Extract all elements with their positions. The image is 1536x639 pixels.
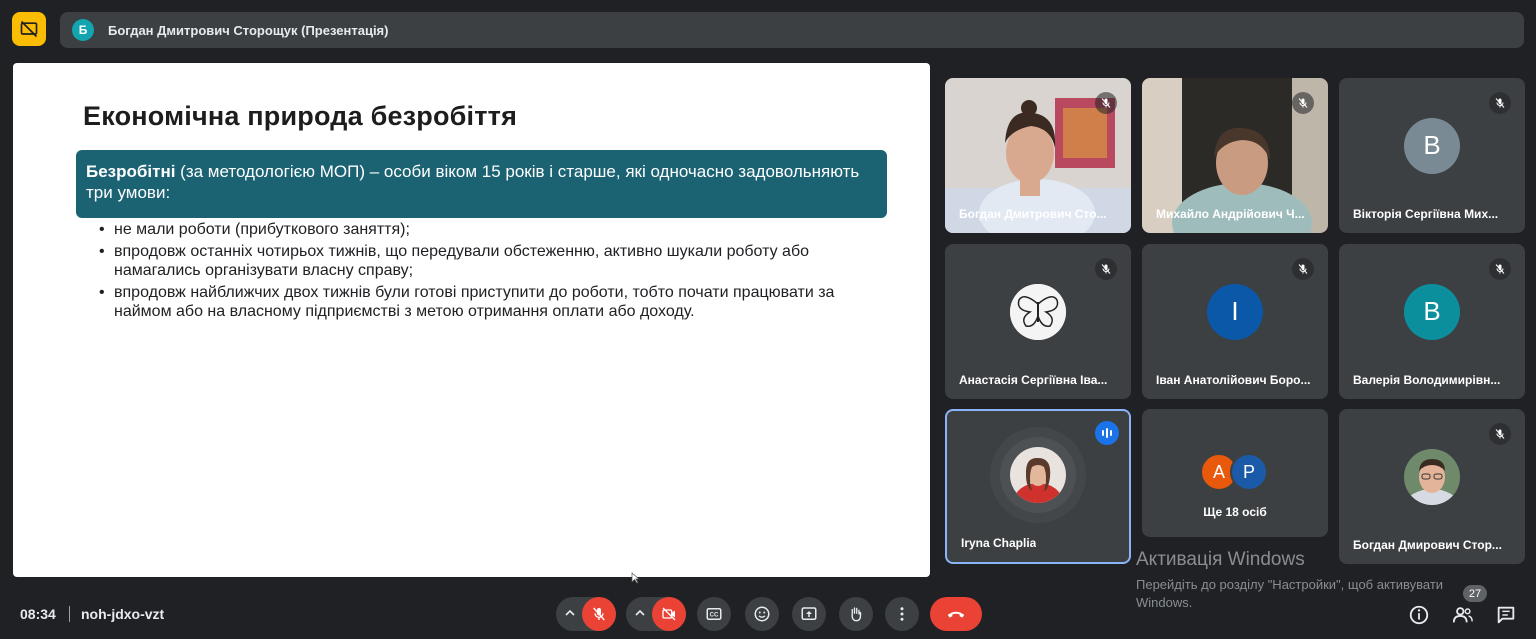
presenter-banner[interactable]: Б Богдан Дмитрович Сторощук (Презентація…: [60, 12, 1524, 48]
presenter-avatar: Б: [72, 19, 94, 41]
presentation-slide: Економічна природа безробіття Безробітні…: [13, 63, 930, 577]
participant-tile[interactable]: Михайло Андрійович Ч...: [1142, 78, 1328, 233]
leave-call-button[interactable]: [930, 597, 982, 631]
meeting-code: noh-jdxo-vzt: [81, 606, 165, 622]
people-button[interactable]: [1451, 603, 1475, 627]
mic-off-icon: [1292, 258, 1314, 280]
camera-control[interactable]: [626, 597, 686, 631]
participant-tile[interactable]: В Валерія Володимирівн...: [1339, 244, 1525, 399]
present-screen-icon: [801, 607, 817, 620]
list-item: впродовж останніх чотирьох тижнів, що пе…: [99, 242, 889, 280]
definition-term: Безробітні: [86, 162, 176, 181]
avatar: [1010, 446, 1066, 503]
mic-off-icon: [1292, 92, 1314, 114]
avatar: В: [1404, 283, 1460, 340]
hand-icon: [851, 607, 862, 622]
speaking-indicator-icon: [1095, 421, 1119, 445]
raise-hand-button[interactable]: [839, 597, 873, 631]
condition-list: не мали роботи (прибуткового заняття); в…: [99, 220, 889, 324]
people-icon: [1452, 607, 1473, 623]
camera-off-icon: [662, 607, 676, 621]
divider: [69, 606, 70, 622]
chevron-up-icon[interactable]: [564, 607, 576, 619]
mic-off-icon: [1489, 258, 1511, 280]
more-vert-icon: [900, 607, 904, 621]
avatar: І: [1207, 283, 1263, 340]
microphone-control[interactable]: [556, 597, 616, 631]
presenting-indicator-button[interactable]: [12, 12, 46, 46]
windows-activation-title: Активація Windows: [1136, 549, 1305, 570]
mic-off-icon: [1095, 258, 1117, 280]
definition-text: (за методологією МОП) – особи віком 15 р…: [86, 162, 860, 202]
participant-name: Богдан Дмитрович Сто...: [959, 207, 1107, 221]
reactions-button[interactable]: [745, 597, 779, 631]
mic-off-icon: [1489, 92, 1511, 114]
avatar: В: [1404, 117, 1460, 174]
participant-tile-active[interactable]: Iryna Chaplia: [945, 409, 1131, 564]
chat-icon: [1497, 606, 1515, 624]
participant-name: Богдан Дмирович Стор...: [1353, 538, 1502, 552]
more-participants-label: Ще 18 осіб: [1203, 505, 1267, 519]
participant-count-badge: 27: [1463, 585, 1487, 602]
slide-title: Економічна природа безробіття: [83, 101, 518, 131]
participant-name: Iryna Chaplia: [961, 536, 1037, 550]
participant-name: Анастасія Сергіївна Іва...: [959, 373, 1108, 387]
avatar: [1404, 448, 1460, 505]
chevron-up-icon[interactable]: [634, 607, 646, 619]
participant-name: Іван Анатолійович Боро...: [1156, 373, 1311, 387]
emoji-icon: [754, 606, 770, 622]
more-options-button[interactable]: [885, 597, 919, 631]
participant-name: Валерія Володимирівн...: [1353, 373, 1501, 387]
call-end-icon: [947, 611, 965, 618]
participant-tile[interactable]: Богдан Дмитрович Сто...: [945, 78, 1131, 233]
list-item: не мали роботи (прибуткового заняття);: [99, 220, 889, 239]
definition-box: Безробітні (за методологією МОП) – особи…: [76, 150, 887, 218]
chat-button[interactable]: [1494, 603, 1518, 627]
windows-activation-text: Перейдіть до розділу "Настройки", щоб ак…: [1136, 577, 1444, 610]
present-button[interactable]: [792, 597, 826, 631]
avatar: Р: [1230, 453, 1268, 491]
participant-tile[interactable]: І Іван Анатолійович Боро...: [1142, 244, 1328, 399]
mic-off-icon: [1095, 92, 1117, 114]
captions-button[interactable]: CC: [697, 597, 731, 631]
others-avatars: А Р: [1200, 453, 1272, 491]
mic-off-icon: [1489, 423, 1511, 445]
stop-presenting-icon: [20, 20, 38, 38]
svg-text:CC: CC: [710, 613, 719, 619]
meeting-time: 08:34: [20, 606, 56, 622]
more-participants-tile[interactable]: А Р Ще 18 осіб: [1142, 409, 1328, 537]
meeting-details-button[interactable]: [1407, 603, 1431, 627]
list-item: впродовж найближчих двох тижнів були гот…: [99, 283, 889, 321]
mic-toggle-button[interactable]: [582, 597, 616, 631]
participant-name: Михайло Андрійович Ч...: [1156, 207, 1305, 221]
participant-tile[interactable]: Богдан Дмирович Стор...: [1339, 409, 1525, 564]
camera-toggle-button[interactable]: [652, 597, 686, 631]
participant-tile[interactable]: В Вікторія Сергіївна Мих...: [1339, 78, 1525, 233]
info-icon: [1409, 605, 1429, 625]
presenter-title: Богдан Дмитрович Сторощук (Презентація): [108, 22, 389, 38]
mic-off-icon: [593, 607, 605, 621]
closed-captions-icon: CC: [706, 608, 722, 620]
avatar: [1010, 283, 1066, 340]
mouse-cursor-icon: [631, 572, 640, 584]
butterfly-icon: [1010, 283, 1066, 340]
participant-tile[interactable]: Анастасія Сергіївна Іва...: [945, 244, 1131, 399]
participant-name: Вікторія Сергіївна Мих...: [1353, 207, 1499, 221]
